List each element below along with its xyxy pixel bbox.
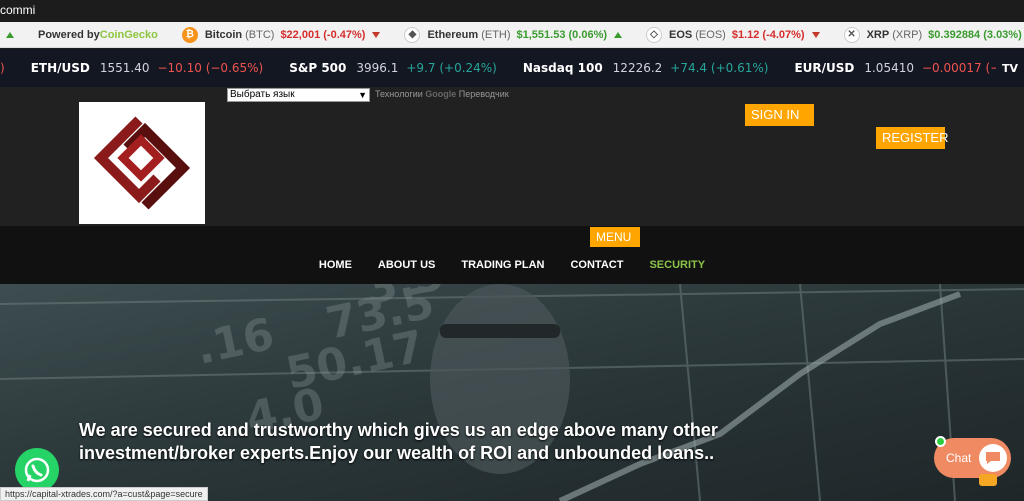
- browser-status-url: https://capital-xtrades.com/?a=cust&page…: [0, 487, 208, 501]
- tv-change: +9.7 (+0.24%): [406, 61, 497, 75]
- google-translate-credit: Технологии Google Переводчик: [375, 89, 509, 99]
- coin-name: EOS: [669, 28, 693, 41]
- coingecko-lead: [0, 31, 26, 38]
- tv-lead: ): [0, 61, 17, 75]
- whatsapp-icon: [24, 457, 50, 483]
- main-nav: MENU HOME ABOUT US TRADING PLAN CONTACT SECU…: [0, 226, 1024, 284]
- chat-widget-button[interactable]: Chat: [934, 438, 1011, 478]
- tv-change: −10.10 (−0.65%): [157, 61, 264, 75]
- tv-quote-item[interactable]: ETH/USD 1551.40 −10.10 (−0.65%): [17, 61, 276, 75]
- nav-link-trading-plan[interactable]: TRADING PLAN: [461, 259, 544, 271]
- logo-mark-icon: [93, 116, 191, 210]
- coin-name: Ethereum: [427, 28, 479, 41]
- xrp-icon: ✕: [843, 26, 860, 43]
- language-select-value: Выбрать язык: [230, 89, 295, 100]
- whatsapp-button[interactable]: [15, 448, 59, 492]
- tv-value: 12226.2: [612, 61, 663, 75]
- nav-link-home[interactable]: HOME: [319, 259, 352, 271]
- down-arrow-icon: [811, 31, 820, 38]
- translate-suffix: Переводчик: [456, 89, 509, 99]
- site-header: Выбрать язык ▼ Технологии Google Перевод…: [0, 87, 1024, 226]
- top-strip: commi: [0, 0, 1024, 22]
- coin-price: $1.12 (-4.07%): [731, 28, 805, 41]
- google-label: Google: [425, 89, 457, 99]
- powered-by-coingecko[interactable]: Powered by CoinGecko: [26, 29, 170, 41]
- nav-links: HOME ABOUT US TRADING PLAN CONTACT SECURITY: [0, 259, 1024, 271]
- coin-price: $22,001 (-0.47%): [280, 28, 366, 41]
- coin-item[interactable]: ✕ XRP (XRP) $0.392884 (3.03%): [832, 26, 1024, 43]
- chat-bubble-icon: [979, 444, 1007, 472]
- chat-label: Chat: [946, 451, 972, 465]
- hero-caption: We are secured and trustworthy which giv…: [79, 420, 718, 463]
- hero-banner: 73.550.17.164.03.5 We are secured and tr…: [0, 284, 1024, 501]
- nav-link-security[interactable]: SECURITY: [649, 259, 705, 271]
- top-strip-text: commi: [0, 3, 36, 17]
- coin-price: $0.392884 (3.03%): [928, 28, 1022, 41]
- coin-list: ₿ Bitcoin (BTC) $22,001 (-0.47%) ◆ Ethereum (E…: [170, 26, 1024, 43]
- site-logo[interactable]: [79, 102, 205, 224]
- chevron-down-icon: ▼: [358, 90, 367, 100]
- up-arrow-icon: [614, 31, 623, 38]
- tradingview-logo-icon[interactable]: TV: [996, 49, 1024, 87]
- coin-symbol: (ETH): [481, 28, 511, 41]
- sign-in-button[interactable]: SIGN IN: [745, 104, 814, 126]
- ethereum-icon: ◆: [404, 26, 421, 43]
- tv-change: +74.4 (+0.61%): [670, 61, 769, 75]
- tv-symbol: Nasdaq 100: [522, 61, 603, 75]
- tv-value: 1551.40: [99, 61, 150, 75]
- tv-value: 3996.1: [356, 61, 399, 75]
- tv-symbol: EUR/USD: [794, 61, 855, 75]
- coin-name: XRP: [866, 28, 890, 41]
- down-arrow-icon: [372, 31, 381, 38]
- tv-item-list: ETH/USD 1551.40 −10.10 (−0.65%) S&P 500 3996…: [17, 61, 1024, 75]
- menu-toggle-button[interactable]: MENU: [590, 227, 640, 247]
- tv-quote-item[interactable]: S&P 500 3996.1 +9.7 (+0.24%): [275, 61, 509, 75]
- coin-item[interactable]: ₿ Bitcoin (BTC) $22,001 (-0.47%): [170, 26, 393, 43]
- tv-symbol: ETH/USD: [30, 61, 90, 75]
- coin-price: $1,551.53 (0.06%): [516, 28, 608, 41]
- register-button[interactable]: REGISTER: [876, 127, 948, 149]
- up-arrow-icon: [6, 31, 14, 38]
- nav-link-about-us[interactable]: ABOUT US: [378, 259, 435, 271]
- language-select[interactable]: Выбрать язык ▼: [227, 88, 370, 102]
- tradingview-ticker: ) ETH/USD 1551.40 −10.10 (−0.65%) S&P 500 39…: [0, 49, 1024, 87]
- coin-item[interactable]: ◇ EOS (EOS) $1.12 (-4.07%): [634, 26, 832, 43]
- coingecko-ticker: Powered by CoinGecko ₿ Bitcoin (BTC) $22,00…: [0, 22, 1024, 48]
- tv-quote-item[interactable]: EUR/USD1.05410−0.00017 (−0.02%): [780, 61, 1024, 75]
- tv-lead-fragment: ): [0, 61, 5, 75]
- online-status-dot: [935, 436, 946, 447]
- tv-symbol: S&P 500: [289, 61, 347, 75]
- coin-symbol: (XRP): [892, 28, 923, 41]
- coingecko-brand: CoinGecko: [99, 28, 158, 41]
- tv-value: 1.05410: [864, 61, 914, 75]
- translate-prefix: Технологии: [375, 89, 426, 99]
- powered-by-label: Powered by: [38, 28, 100, 41]
- coin-symbol: (BTC): [245, 28, 275, 41]
- bitcoin-icon: ₿: [181, 26, 198, 43]
- eos-icon: ◇: [646, 26, 663, 43]
- hero-background-image: 73.550.17.164.03.5: [0, 284, 1024, 501]
- nav-link-contact[interactable]: CONTACT: [570, 259, 623, 271]
- coin-item[interactable]: ◆ Ethereum (ETH) $1,551.53 (0.06%): [392, 26, 634, 43]
- tv-quote-item[interactable]: Nasdaq 100 12226.2 +74.4 (+0.61%): [509, 61, 781, 75]
- coin-symbol: (EOS): [695, 28, 726, 41]
- chat-minimize-tab[interactable]: [979, 474, 997, 486]
- coin-name: Bitcoin: [204, 28, 243, 41]
